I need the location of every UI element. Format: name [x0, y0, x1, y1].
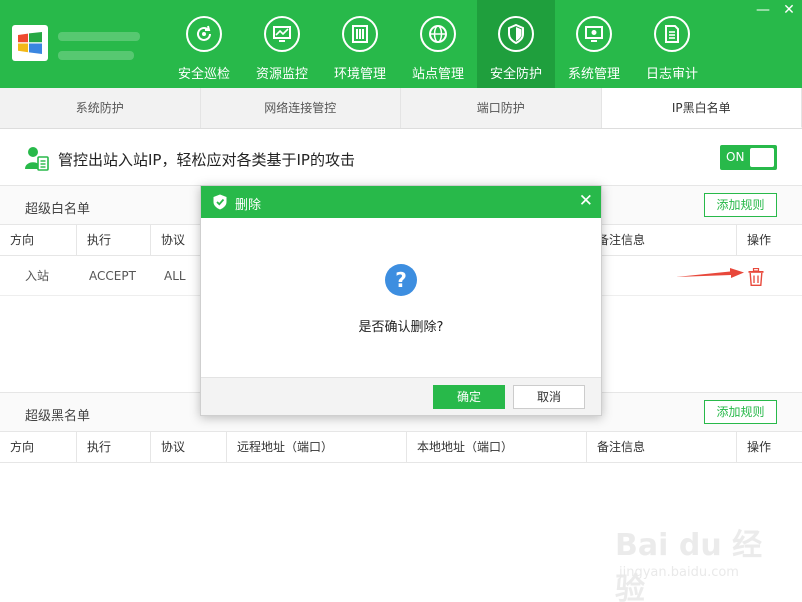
blacklist-title: 超级黑名单: [25, 409, 91, 424]
dialog-message: 是否确认删除?: [358, 320, 444, 335]
annotation-arrow-icon: [676, 268, 744, 278]
column-header: 本地地址（端口）: [407, 432, 587, 463]
question-icon: ?: [385, 264, 417, 296]
nav-environment[interactable]: 环境管理: [321, 0, 399, 88]
column-header: 执行: [77, 432, 151, 463]
tab-ip-list[interactable]: IP黑白名单: [601, 88, 802, 128]
column-header: 方向: [0, 225, 77, 256]
cell-direction: 入站: [25, 269, 50, 283]
nav-log-audit[interactable]: 日志审计: [633, 0, 711, 88]
tab-port-protection[interactable]: 端口防护: [401, 88, 602, 128]
column-header: 操作: [747, 440, 772, 454]
column-header: 备注信息: [587, 432, 737, 463]
close-window-button[interactable]: ✕: [782, 2, 796, 18]
nav-site-management[interactable]: 站点管理: [399, 0, 477, 88]
column-header: 执行: [77, 225, 151, 256]
nav-label: 系统管理: [567, 67, 620, 82]
dialog-title: 删除: [235, 198, 262, 213]
nav-label: 安全防护: [489, 67, 542, 82]
refresh-icon: [186, 16, 222, 52]
server-icon: [342, 16, 378, 52]
monitor-icon: [264, 16, 300, 52]
nav-label: 资源监控: [255, 67, 308, 82]
toggle-label: ON: [726, 150, 745, 164]
add-whitelist-rule-button[interactable]: 添加规则: [704, 193, 777, 217]
shield-logo-icon: [213, 194, 227, 210]
toggle-knob: [750, 148, 774, 167]
globe-icon: [420, 16, 456, 52]
column-header: 操作: [747, 233, 772, 247]
column-header: 远程地址（端口）: [227, 432, 407, 463]
column-header: 备注信息: [587, 225, 737, 256]
column-header: 方向: [0, 432, 77, 463]
nav-label: 站点管理: [411, 67, 464, 82]
windows-logo-icon: [18, 32, 42, 54]
window-controls: — ✕: [756, 2, 796, 18]
dialog-footer: 确定 取消: [201, 377, 601, 415]
document-icon: [654, 16, 690, 52]
server-name-blurred: [58, 32, 140, 41]
info-row: 管控出站入站IP，轻松应对各类基于IP的攻击 ON: [0, 129, 802, 185]
app-header: 安全巡检 资源监控 环境管理 站点管理 安全防护 系统管理 日志审计 — ✕: [0, 0, 802, 88]
info-text: 管控出站入站IP，轻松应对各类基于IP的攻击: [58, 151, 355, 169]
nav-label: 环境管理: [333, 67, 386, 82]
tab-system-protection[interactable]: 系统防护: [0, 88, 201, 128]
nav-label: 日志审计: [645, 67, 698, 82]
ip-filter-toggle[interactable]: ON: [720, 145, 777, 170]
confirm-button[interactable]: 确定: [433, 385, 505, 409]
user-list-icon: [25, 147, 49, 171]
main-nav: 安全巡检 资源监控 环境管理 站点管理 安全防护 系统管理 日志审计: [165, 0, 711, 88]
nav-security-inspection[interactable]: 安全巡检: [165, 0, 243, 88]
tab-network-control[interactable]: 网络连接管控: [201, 88, 401, 128]
column-header: 协议: [151, 432, 227, 463]
blacklist-columns: 方向 执行 协议 远程地址（端口） 本地地址（端口） 备注信息 操作: [0, 432, 802, 463]
nav-label: 安全巡检: [177, 67, 230, 82]
dialog-header: 删除 ✕: [201, 186, 601, 218]
baidu-watermark: Bai du 经验 jingyan.baidu.com: [615, 520, 765, 602]
nav-resource-monitor[interactable]: 资源监控: [243, 0, 321, 88]
watermark-url: jingyan.baidu.com: [619, 565, 739, 580]
nav-system-management[interactable]: 系统管理: [555, 0, 633, 88]
cancel-button[interactable]: 取消: [513, 385, 585, 409]
trash-icon[interactable]: [748, 268, 764, 286]
add-blacklist-rule-button[interactable]: 添加规则: [704, 400, 777, 424]
server-ip-blurred: [58, 51, 134, 60]
cell-protocol: ALL: [164, 269, 186, 283]
cell-action: ACCEPT: [89, 269, 136, 283]
minimize-button[interactable]: —: [756, 2, 770, 18]
sub-tabs: 系统防护 网络连接管控 端口防护 IP黑白名单: [0, 88, 802, 129]
delete-confirm-dialog: 删除 ✕ ? 是否确认删除? 确定 取消: [200, 185, 602, 416]
settings-monitor-icon: [576, 16, 612, 52]
whitelist-title: 超级白名单: [25, 202, 91, 217]
dialog-close-button[interactable]: ✕: [579, 191, 593, 211]
app-logo: [12, 25, 48, 61]
watermark-text: Bai du 经验: [615, 528, 763, 602]
shield-icon: [498, 16, 534, 52]
nav-security-protection[interactable]: 安全防护: [477, 0, 555, 88]
